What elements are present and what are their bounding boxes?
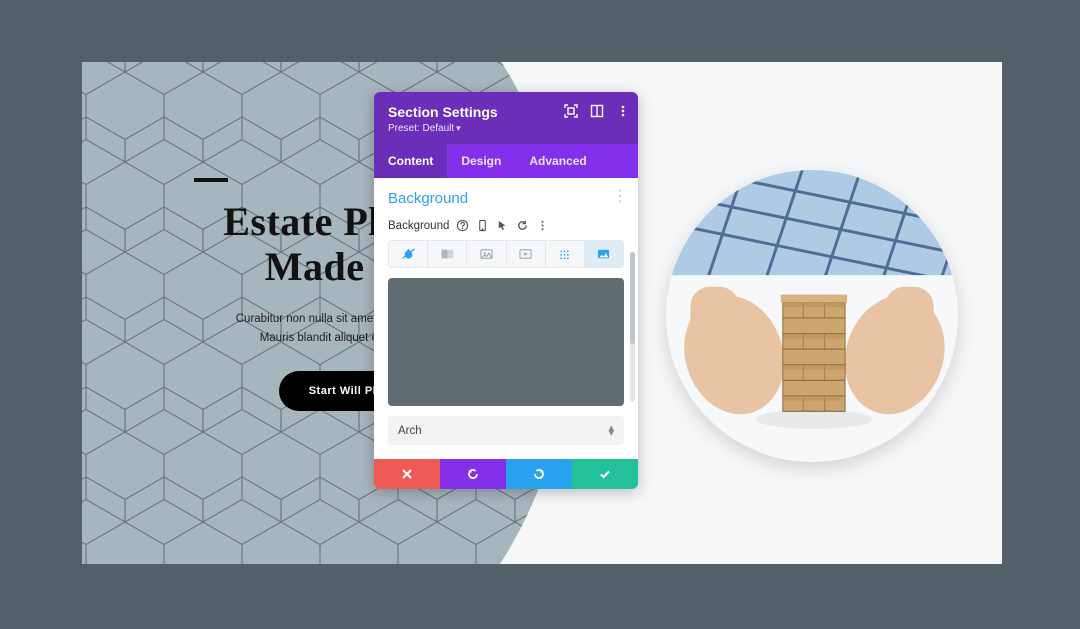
field-kebab-icon[interactable] [536, 219, 549, 232]
undo-button[interactable] [440, 459, 506, 489]
mask-select[interactable]: Arch ▴▾ [388, 416, 624, 445]
modal-footer [374, 459, 638, 489]
redo-button[interactable] [506, 459, 572, 489]
snap-icon[interactable] [590, 104, 604, 118]
bg-type-pattern[interactable] [546, 241, 585, 267]
preset-label: Preset: [388, 123, 422, 134]
modal-scrollbar[interactable] [630, 252, 635, 402]
bg-type-color[interactable] [389, 241, 428, 267]
expand-icon[interactable] [564, 104, 578, 118]
panel-background: Background ⋮ [374, 178, 638, 209]
modal-tabs: Content Design Advanced [374, 144, 638, 178]
kebab-icon[interactable] [616, 104, 630, 118]
bg-type-gradient[interactable] [428, 241, 467, 267]
hover-icon[interactable] [496, 219, 509, 232]
device-icon[interactable] [476, 219, 489, 232]
chevron-down-icon: ▾ [456, 123, 461, 133]
help-icon[interactable] [456, 219, 469, 232]
bg-type-image[interactable] [467, 241, 506, 267]
reset-icon[interactable] [516, 219, 529, 232]
preset-selector[interactable]: Preset: Default▾ [388, 123, 624, 134]
panel-title[interactable]: Background [388, 190, 624, 207]
confirm-button[interactable] [572, 459, 638, 489]
field-label: Background [388, 220, 449, 232]
tab-advanced[interactable]: Advanced [515, 144, 600, 178]
accent-rule [194, 178, 228, 182]
select-caret-icon: ▴▾ [608, 424, 614, 437]
field-row-background: Background [374, 209, 638, 238]
background-type-tabs [388, 240, 624, 268]
mask-select-value: Arch [398, 425, 422, 437]
panel-kebab-icon[interactable]: ⋮ [612, 192, 628, 202]
cancel-button[interactable] [374, 459, 440, 489]
mask-preview[interactable] [388, 278, 624, 406]
preset-value: Default [422, 123, 454, 134]
hero-image [666, 170, 958, 462]
section-settings-modal: Section Settings Preset: Default▾ Conten… [374, 92, 638, 489]
bg-type-video[interactable] [507, 241, 546, 267]
bg-type-mask[interactable] [585, 241, 623, 267]
tab-content[interactable]: Content [374, 144, 447, 178]
tab-design[interactable]: Design [447, 144, 515, 178]
modal-header[interactable]: Section Settings Preset: Default▾ [374, 92, 638, 144]
